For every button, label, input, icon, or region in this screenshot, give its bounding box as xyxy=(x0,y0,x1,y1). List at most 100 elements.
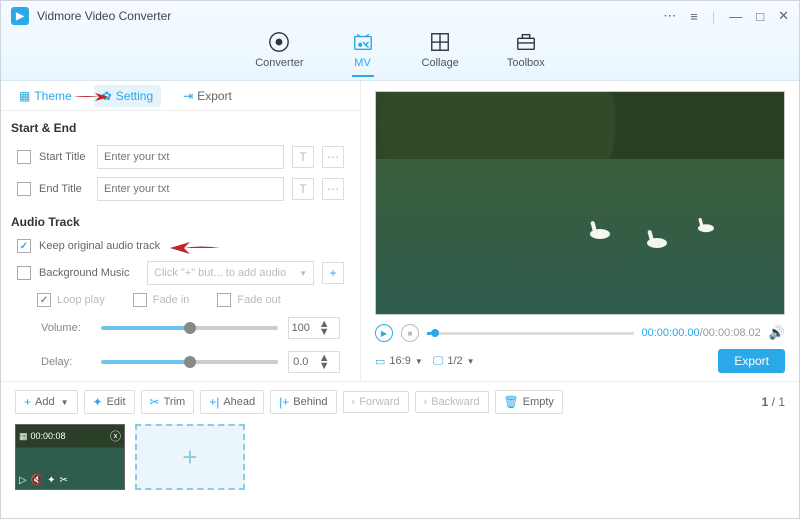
close-button[interactable]: ✕ xyxy=(778,8,789,24)
film-icon: ▦ xyxy=(19,431,28,442)
start-title-label: Start Title xyxy=(39,151,89,163)
video-preview[interactable] xyxy=(375,91,785,315)
ahead-button[interactable]: +|Ahead xyxy=(200,390,264,414)
preview-swan xyxy=(645,230,669,248)
menu-icon[interactable]: ≡ xyxy=(690,9,698,24)
audio-track-title: Audio Track xyxy=(1,205,360,235)
preview-swan xyxy=(697,218,716,232)
bg-music-label: Background Music xyxy=(39,267,139,279)
remove-clip-icon[interactable]: ⓧ xyxy=(110,428,121,444)
converter-icon xyxy=(268,31,290,53)
playback-controls: ▶ ■ 00:00:00.00/00:00:08.02 🔊 xyxy=(375,319,785,347)
play-icon[interactable]: ▷ xyxy=(19,475,27,486)
trim-button[interactable]: ✂Trim xyxy=(141,390,195,414)
volume-stepper[interactable]: 100▲▼ xyxy=(288,317,340,339)
screen-icon: 🖵 xyxy=(433,355,444,368)
fade-in-checkbox[interactable] xyxy=(133,293,147,307)
divider: | xyxy=(712,9,715,24)
text-clear-button[interactable]: ⋯ xyxy=(322,146,344,168)
feedback-icon[interactable]: ⋯ xyxy=(663,8,676,24)
plus-icon: + xyxy=(24,395,31,409)
progress-bar[interactable] xyxy=(427,332,634,335)
add-audio-button[interactable]: + xyxy=(322,262,344,284)
fade-in-label: Fade in xyxy=(153,294,190,306)
start-title-input[interactable] xyxy=(97,145,284,169)
maximize-button[interactable]: □ xyxy=(756,9,764,24)
collage-icon xyxy=(429,31,451,53)
tab-toolbox[interactable]: Toolbox xyxy=(507,31,545,77)
add-clip-button[interactable]: + xyxy=(135,424,245,490)
tab-export-label: Export xyxy=(197,89,232,103)
tab-setting-label: Setting xyxy=(116,89,153,103)
mute-icon[interactable]: 🔇 xyxy=(31,475,43,486)
body-split: ▦Theme ✿Setting ⇥Export Start & End Star… xyxy=(1,81,799,381)
tab-theme[interactable]: ▦Theme xyxy=(11,85,80,107)
tab-converter[interactable]: Converter xyxy=(255,31,303,77)
volume-slider[interactable] xyxy=(101,326,278,330)
annotation-arrow-icon xyxy=(166,239,222,257)
delay-stepper[interactable]: 0.0▲▼ xyxy=(288,351,340,373)
clip-thumbnail[interactable]: ▦00:00:08 ⓧ ▷ 🔇 ✦ ✂ xyxy=(15,424,125,490)
start-title-checkbox[interactable] xyxy=(17,150,31,164)
end-title-input[interactable] xyxy=(97,177,284,201)
play-button[interactable]: ▶ xyxy=(375,324,393,342)
settings-panel: Start & End Start Title T ⋯ End Title T … xyxy=(1,111,360,379)
forward-icon: ‹ xyxy=(352,396,356,408)
cut-icon[interactable]: ✂ xyxy=(60,475,68,486)
timeline-thumbnails: ▦00:00:08 ⓧ ▷ 🔇 ✦ ✂ + xyxy=(1,414,799,500)
preview-water xyxy=(376,159,784,314)
loop-play-label: Loop play xyxy=(57,294,105,306)
toolbox-icon xyxy=(515,31,537,53)
text-style-button[interactable]: T xyxy=(292,178,314,200)
tab-theme-label: Theme xyxy=(34,89,71,103)
clip-duration: 00:00:08 xyxy=(31,431,66,441)
tab-mv-label: MV xyxy=(354,57,371,69)
minimize-button[interactable]: — xyxy=(729,9,742,24)
edit-button[interactable]: ✦Edit xyxy=(84,390,135,414)
stop-button[interactable]: ■ xyxy=(401,324,419,342)
preview-options: ▭16:9▼ 🖵1/2▼ Export xyxy=(375,347,785,375)
ahead-icon: +| xyxy=(209,395,219,409)
bg-music-row: Background Music Click "+" but... to add… xyxy=(1,257,360,289)
backward-button[interactable]: ›Backward xyxy=(415,391,489,413)
tab-collage-label: Collage xyxy=(422,57,459,69)
delay-slider[interactable] xyxy=(101,360,278,364)
zoom-select[interactable]: 🖵1/2▼ xyxy=(433,355,475,368)
volume-icon[interactable]: 🔊 xyxy=(769,325,785,341)
fade-out-checkbox[interactable] xyxy=(217,293,231,307)
text-clear-button[interactable]: ⋯ xyxy=(322,178,344,200)
pagination: 1 / 1 xyxy=(762,395,785,409)
end-title-label: End Title xyxy=(39,183,89,195)
export-button[interactable]: Export xyxy=(718,349,785,373)
app-title: Vidmore Video Converter xyxy=(37,9,171,23)
end-title-row: End Title T ⋯ xyxy=(1,173,360,205)
action-row: +Add▼ ✦Edit ✂Trim +|Ahead |+Behind ‹Forw… xyxy=(15,390,785,414)
bg-music-select[interactable]: Click "+" but... to add audio▼ xyxy=(147,261,314,285)
bg-music-checkbox[interactable] xyxy=(17,266,31,280)
tab-mv[interactable]: MV xyxy=(352,31,374,77)
playback-options-row: Loop play Fade in Fade out xyxy=(1,289,360,311)
sub-tabs: ▦Theme ✿Setting ⇥Export xyxy=(1,81,360,111)
effects-icon[interactable]: ✦ xyxy=(47,475,55,486)
end-title-checkbox[interactable] xyxy=(17,182,31,196)
empty-button[interactable]: 🗑Empty xyxy=(495,390,563,414)
window-controls: ⋯ ≡ | — □ ✕ xyxy=(663,8,789,24)
behind-button[interactable]: |+Behind xyxy=(270,390,336,414)
text-style-button[interactable]: T xyxy=(292,146,314,168)
edit-icon: ✦ xyxy=(93,395,103,409)
preview-swan xyxy=(588,221,612,239)
tab-collage[interactable]: Collage xyxy=(422,31,459,77)
clip-actions: ▷ 🔇 ✦ ✂ xyxy=(19,475,68,486)
forward-button[interactable]: ‹Forward xyxy=(343,391,409,413)
aspect-ratio-select[interactable]: ▭16:9▼ xyxy=(375,355,423,368)
tab-export[interactable]: ⇥Export xyxy=(175,85,240,107)
loop-play-checkbox[interactable] xyxy=(37,293,51,307)
behind-icon: |+ xyxy=(279,395,289,409)
right-pane: ▶ ■ 00:00:00.00/00:00:08.02 🔊 ▭16:9▼ 🖵1/… xyxy=(361,81,799,381)
keep-original-checkbox[interactable] xyxy=(17,239,31,253)
backward-icon: › xyxy=(424,396,428,408)
trim-icon: ✂ xyxy=(150,395,160,409)
left-pane: ▦Theme ✿Setting ⇥Export Start & End Star… xyxy=(1,81,361,381)
add-button[interactable]: +Add▼ xyxy=(15,390,78,414)
header: ▶ Vidmore Video Converter ⋯ ≡ | — □ ✕ Co… xyxy=(1,1,799,81)
